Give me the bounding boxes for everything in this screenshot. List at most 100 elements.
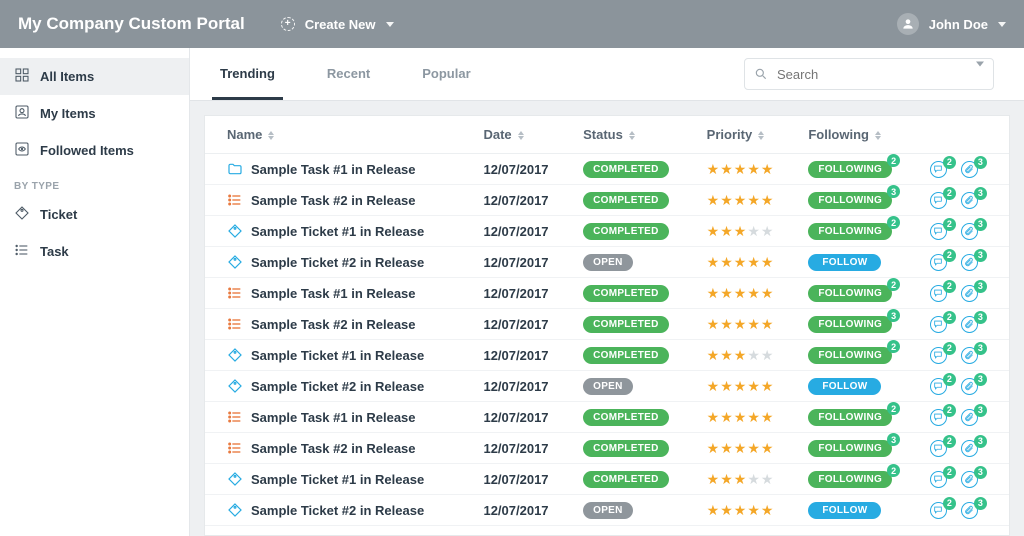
- create-new-label: Create New: [305, 17, 376, 32]
- tab-recent[interactable]: Recent: [319, 50, 378, 100]
- chevron-down-icon: [386, 22, 394, 27]
- col-name[interactable]: Name: [205, 116, 473, 154]
- comments-indicator[interactable]: 2: [930, 502, 947, 519]
- star-icon: ★: [761, 162, 774, 176]
- follow-count-badge: 2: [887, 154, 900, 167]
- sidebar-type-task[interactable]: Task: [0, 233, 189, 270]
- attachments-indicator[interactable]: 3: [961, 161, 978, 178]
- attachments-indicator[interactable]: 3: [961, 285, 978, 302]
- search-dropdown[interactable]: [976, 67, 984, 82]
- comments-indicator[interactable]: 2: [930, 471, 947, 488]
- star-icon: ★: [720, 410, 733, 424]
- sidebar-item-label: Ticket: [40, 207, 77, 222]
- follow-button[interactable]: FOLLOWING: [808, 316, 892, 333]
- status-badge: OPEN: [583, 378, 633, 395]
- sidebar: All ItemsMy ItemsFollowed Items BY TYPE …: [0, 48, 190, 536]
- follow-button[interactable]: FOLLOWING: [808, 223, 892, 240]
- star-icon: ★: [747, 162, 760, 176]
- attachments-indicator[interactable]: 3: [961, 440, 978, 457]
- comments-indicator[interactable]: 2: [930, 440, 947, 457]
- attachments-indicator[interactable]: 3: [961, 254, 978, 271]
- plus-circle-icon: +: [281, 17, 295, 31]
- comments-indicator[interactable]: 2: [930, 192, 947, 209]
- attachments-indicator[interactable]: 3: [961, 409, 978, 426]
- col-priority[interactable]: Priority: [697, 116, 799, 154]
- col-date[interactable]: Date: [473, 116, 573, 154]
- star-icon: ★: [707, 379, 720, 393]
- status-badge: COMPLETED: [583, 471, 668, 488]
- search-input[interactable]: [744, 58, 994, 90]
- comments-indicator[interactable]: 2: [930, 378, 947, 395]
- star-icon: ★: [707, 224, 720, 238]
- table-row[interactable]: Sample Task #1 in Release12/07/2017COMPL…: [205, 402, 1009, 433]
- follow-button[interactable]: FOLLOW: [808, 502, 881, 519]
- follow-button[interactable]: FOLLOWING: [808, 161, 892, 178]
- priority-stars: ★★★★★: [707, 379, 789, 393]
- sidebar-type-ticket[interactable]: Ticket: [0, 196, 189, 233]
- attachments-indicator[interactable]: 3: [961, 316, 978, 333]
- attachments-indicator[interactable]: 3: [961, 192, 978, 209]
- table-row[interactable]: Sample Ticket #2 in Release12/07/2017OPE…: [205, 247, 1009, 278]
- follow-button[interactable]: FOLLOWING: [808, 409, 892, 426]
- attachments-indicator[interactable]: 3: [961, 378, 978, 395]
- table-row[interactable]: Sample Task #2 in Release12/07/2017COMPL…: [205, 309, 1009, 340]
- sidebar-item-followed-items[interactable]: Followed Items: [0, 132, 189, 169]
- priority-stars: ★★★★★: [707, 224, 789, 238]
- star-icon: ★: [747, 503, 760, 517]
- follow-button[interactable]: FOLLOWING: [808, 285, 892, 302]
- eye-box-icon: [14, 141, 30, 160]
- star-icon: ★: [761, 441, 774, 455]
- col-status[interactable]: Status: [573, 116, 697, 154]
- status-badge: COMPLETED: [583, 223, 668, 240]
- star-icon: ★: [761, 503, 774, 517]
- comments-indicator[interactable]: 2: [930, 409, 947, 426]
- comments-indicator[interactable]: 2: [930, 316, 947, 333]
- sidebar-item-all-items[interactable]: All Items: [0, 58, 189, 95]
- tab-trending[interactable]: Trending: [212, 50, 283, 100]
- attachments-indicator[interactable]: 3: [961, 502, 978, 519]
- comments-indicator[interactable]: 2: [930, 254, 947, 271]
- attachments-indicator[interactable]: 3: [961, 347, 978, 364]
- sidebar-item-my-items[interactable]: My Items: [0, 95, 189, 132]
- tab-popular[interactable]: Popular: [414, 50, 478, 100]
- table-row[interactable]: Sample Ticket #2 in Release12/07/2017OPE…: [205, 495, 1009, 526]
- create-new-button[interactable]: + Create New: [281, 17, 394, 32]
- follow-button[interactable]: FOLLOWING: [808, 440, 892, 457]
- top-bar: My Company Custom Portal + Create New Jo…: [0, 0, 1024, 48]
- priority-stars: ★★★★★: [707, 255, 789, 269]
- status-badge: COMPLETED: [583, 316, 668, 333]
- follow-button[interactable]: FOLLOW: [808, 378, 881, 395]
- comments-indicator[interactable]: 2: [930, 223, 947, 240]
- table-row[interactable]: Sample Ticket #1 in Release12/07/2017COM…: [205, 216, 1009, 247]
- attachments-indicator[interactable]: 3: [961, 471, 978, 488]
- tag-icon: [14, 205, 30, 224]
- follow-button[interactable]: FOLLOWING: [808, 192, 892, 209]
- row-date: 12/07/2017: [473, 247, 573, 278]
- ticket-icon: [227, 502, 243, 518]
- follow-button[interactable]: FOLLOWING: [808, 347, 892, 364]
- comments-indicator[interactable]: 2: [930, 347, 947, 364]
- row-name: Sample Task #1 in Release: [251, 162, 416, 177]
- table-row[interactable]: Sample Ticket #2 in Release12/07/2017OPE…: [205, 371, 1009, 402]
- star-icon: ★: [720, 503, 733, 517]
- follow-button[interactable]: FOLLOW: [808, 254, 881, 271]
- attachments-indicator[interactable]: 3: [961, 223, 978, 240]
- brand-title: My Company Custom Portal: [18, 14, 245, 34]
- chevron-down-icon: [998, 22, 1006, 27]
- comments-indicator[interactable]: 2: [930, 161, 947, 178]
- table-row[interactable]: Sample Task #1 in Release12/07/2017COMPL…: [205, 154, 1009, 185]
- user-menu[interactable]: John Doe: [897, 13, 1006, 35]
- table-row[interactable]: Sample Ticket #1 in Release12/07/2017COM…: [205, 340, 1009, 371]
- col-following[interactable]: Following: [798, 116, 920, 154]
- star-icon: ★: [707, 410, 720, 424]
- table-row[interactable]: Sample Task #2 in Release12/07/2017COMPL…: [205, 185, 1009, 216]
- follow-button[interactable]: FOLLOWING: [808, 471, 892, 488]
- sidebar-item-label: My Items: [40, 106, 96, 121]
- table-row[interactable]: Sample Task #1 in Release12/07/2017COMPL…: [205, 278, 1009, 309]
- avatar-icon: [897, 13, 919, 35]
- row-date: 12/07/2017: [473, 185, 573, 216]
- row-date: 12/07/2017: [473, 371, 573, 402]
- comments-indicator[interactable]: 2: [930, 285, 947, 302]
- table-row[interactable]: Sample Task #2 in Release12/07/2017COMPL…: [205, 433, 1009, 464]
- table-row[interactable]: Sample Ticket #1 in Release12/07/2017COM…: [205, 464, 1009, 495]
